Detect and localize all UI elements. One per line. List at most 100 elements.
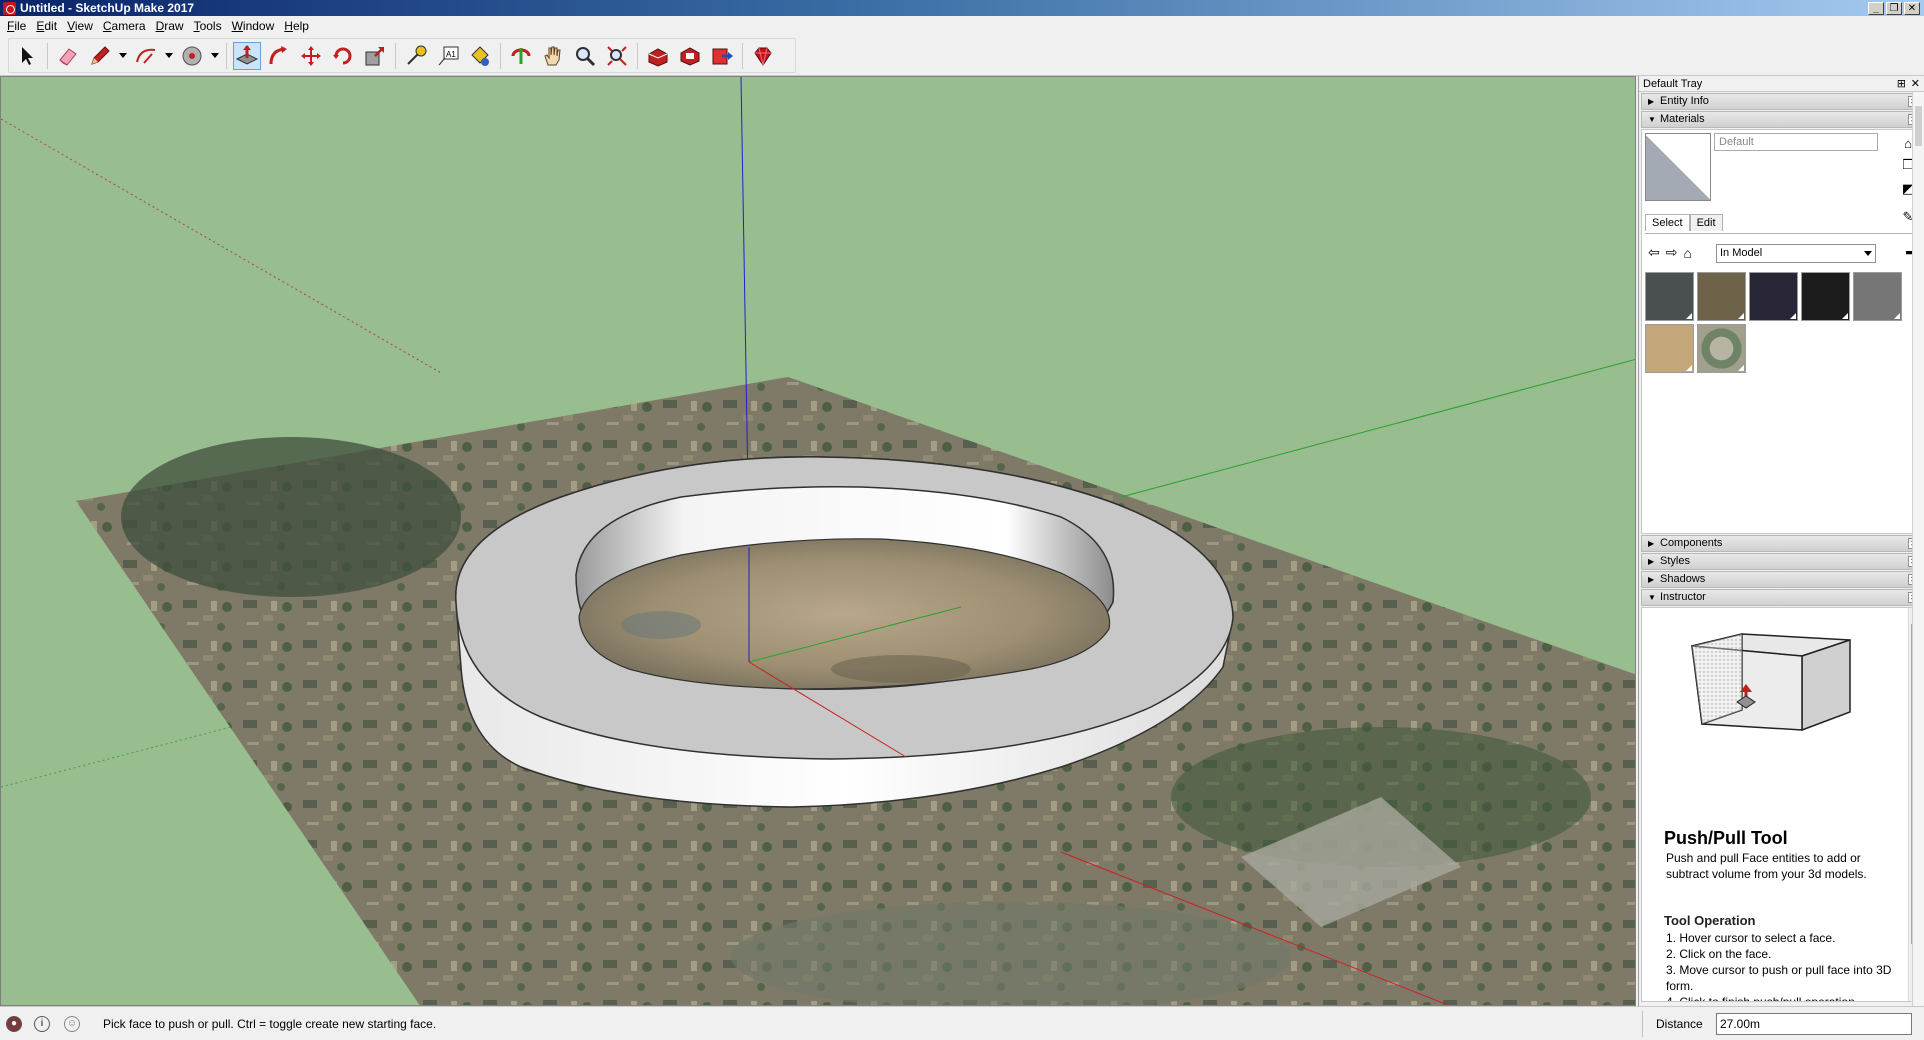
measurements-box[interactable]: 27.00m: [1716, 1013, 1912, 1035]
follow-me-tool[interactable]: [265, 42, 293, 70]
expand-arrow-icon: ▶: [1648, 97, 1655, 106]
expand-arrow-icon: ▶: [1648, 557, 1655, 566]
material-swatch[interactable]: [1645, 272, 1694, 321]
material-name-field[interactable]: Default: [1714, 133, 1878, 151]
shape-tool[interactable]: [178, 42, 206, 70]
tab-select[interactable]: Select: [1645, 214, 1690, 231]
menu-camera[interactable]: Camera: [98, 16, 151, 36]
material-swatch[interactable]: [1749, 272, 1798, 321]
move-tool[interactable]: [297, 42, 325, 70]
tape-measure-tool[interactable]: [402, 42, 430, 70]
menu-view[interactable]: View: [62, 16, 98, 36]
materials-tabs: Select Edit: [1645, 214, 1723, 231]
instructor-description: Push and pull Face entities to add or su…: [1666, 851, 1867, 881]
sketchup-window: Untitled - SketchUp Make 2017 _ ❐ ✕ File…: [0, 0, 1924, 1040]
send-to-layout-tool[interactable]: [708, 42, 736, 70]
toolbar-separator: [637, 42, 638, 69]
expand-arrow-icon: ▶: [1648, 575, 1655, 584]
material-collection-select[interactable]: In Model: [1716, 244, 1876, 263]
arc-tool-dropdown[interactable]: [164, 42, 174, 70]
model-scene: [1, 77, 1635, 1005]
eraser-tool[interactable]: [54, 42, 82, 70]
tray-scrollbar[interactable]: [1912, 92, 1924, 1006]
credits-info-icon[interactable]: i: [34, 1016, 50, 1032]
material-swatch[interactable]: [1801, 272, 1850, 321]
move-icon: [301, 45, 321, 66]
tray-close-icon[interactable]: ✕: [1911, 77, 1920, 91]
instructor-section-heading: Tool Operation: [1664, 913, 1756, 928]
expand-arrow-icon: ▶: [1648, 539, 1655, 548]
tray-pin-icon[interactable]: ⊞: [1897, 77, 1906, 91]
pencil-line-icon: [91, 45, 110, 65]
menu-draw[interactable]: Draw: [151, 16, 189, 36]
restore-button[interactable]: ❐: [1886, 1, 1902, 15]
eraser-icon: [59, 47, 77, 66]
menu-help[interactable]: Help: [279, 16, 314, 36]
minimize-button[interactable]: _: [1868, 1, 1884, 15]
menu-file[interactable]: File: [2, 16, 31, 36]
close-button[interactable]: ✕: [1904, 1, 1920, 15]
back-arrow-icon[interactable]: ⇦: [1648, 244, 1660, 261]
material-swatch-aerial-texture[interactable]: [1697, 324, 1746, 373]
status-bar: ● i ☺ Pick face to push or pull. Ctrl = …: [0, 1006, 1924, 1040]
text-tool[interactable]: A1: [434, 42, 462, 70]
menu-window[interactable]: Window: [227, 16, 280, 36]
select-tool[interactable]: [13, 42, 41, 70]
3d-warehouse-tool[interactable]: [644, 42, 672, 70]
home-icon[interactable]: ⌂: [1683, 245, 1691, 261]
panel-instructor-header[interactable]: ▼Instructor ✕: [1641, 589, 1922, 606]
materials-panel: Default ⌂ ❒ ◩ ✎ Select Edit ⇦ ⇨ ⌂ In Mod…: [1641, 129, 1922, 534]
panel-components-header[interactable]: ▶Components ✕: [1641, 535, 1922, 552]
scrollbar-thumb[interactable]: [1915, 106, 1922, 146]
collapse-arrow-icon: ▼: [1648, 115, 1656, 124]
tape-measure-icon: [407, 45, 427, 65]
material-swatch[interactable]: [1645, 324, 1694, 373]
instructor-step: 4. Click to finish push/pull operation.: [1666, 995, 1859, 1002]
panel-entity-info-header[interactable]: ▶Entity Info ✕: [1641, 93, 1922, 110]
material-swatch[interactable]: [1697, 272, 1746, 321]
tab-edit[interactable]: Edit: [1689, 214, 1723, 231]
push-pull-tool[interactable]: [233, 41, 261, 70]
svg-text:A1: A1: [446, 50, 456, 59]
3d-warehouse-icon: [648, 47, 668, 67]
zoom-extents-icon: [607, 45, 627, 66]
forward-arrow-icon[interactable]: ⇨: [1666, 244, 1678, 261]
material-preview: [1645, 133, 1711, 201]
instructor-step: 1. Hover cursor to select a face.: [1666, 931, 1836, 945]
line-tool[interactable]: [86, 42, 114, 70]
arc-icon: [136, 48, 156, 64]
panel-shadows-header[interactable]: ▶Shadows ✕: [1641, 571, 1922, 588]
instructor-step: 2. Click on the face.: [1666, 947, 1772, 961]
pan-tool[interactable]: [539, 42, 567, 70]
geo-location-icon[interactable]: ●: [6, 1016, 22, 1032]
toolbar-separator: [226, 42, 227, 69]
scale-tool[interactable]: [361, 42, 389, 70]
shape-tool-dropdown[interactable]: [210, 42, 220, 70]
orbit-tool[interactable]: [507, 42, 535, 70]
collapse-arrow-icon: ▼: [1648, 593, 1656, 602]
zoom-tool[interactable]: [571, 42, 599, 70]
status-message: Pick face to push or pull. Ctrl = toggle…: [103, 1017, 437, 1031]
menu-tools[interactable]: Tools: [189, 16, 227, 36]
extension-warehouse-tool[interactable]: [676, 42, 704, 70]
drawing-viewport[interactable]: [0, 76, 1636, 1006]
instructor-steps: 1. Hover cursor to select a face. 2. Cli…: [1666, 930, 1896, 1002]
toolbar-separator: [47, 42, 48, 69]
panel-styles-header[interactable]: ▶Styles ✕: [1641, 553, 1922, 570]
text-icon: A1: [438, 46, 459, 65]
zoom-extents-tool[interactable]: [603, 42, 631, 70]
panel-materials-header[interactable]: ▼Materials ✕: [1641, 111, 1922, 128]
large-toolset: A1: [8, 38, 796, 73]
select-icon: [22, 46, 33, 65]
arc-tool[interactable]: [132, 42, 160, 70]
default-tray: Default Tray ⊞ ✕ ▶Entity Info ✕ ▼Materia…: [1638, 76, 1924, 1006]
extension-manager-tool[interactable]: [749, 42, 777, 70]
push-pull-illustration: [1691, 633, 1851, 732]
user-account-icon[interactable]: ☺: [64, 1016, 80, 1032]
menu-bar: File Edit View Camera Draw Tools Window …: [0, 16, 1924, 36]
rotate-tool[interactable]: [329, 42, 357, 70]
material-swatch[interactable]: [1853, 272, 1902, 321]
paint-bucket-tool[interactable]: [466, 42, 494, 70]
line-tool-dropdown[interactable]: [118, 42, 128, 70]
menu-edit[interactable]: Edit: [31, 16, 62, 36]
